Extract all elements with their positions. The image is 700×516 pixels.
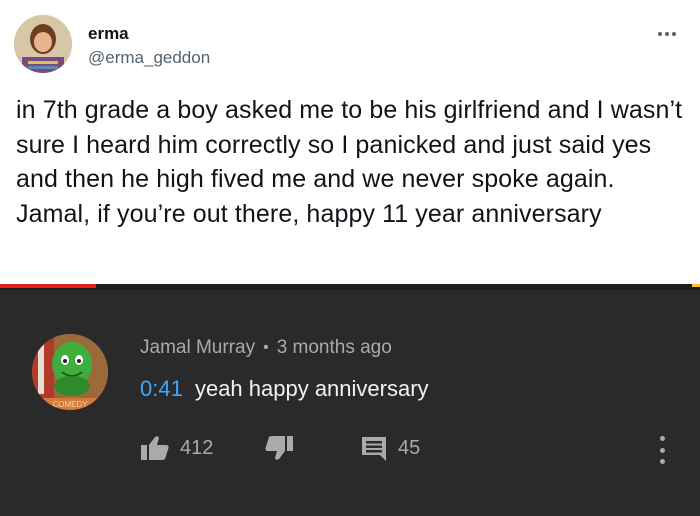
meta-separator: •	[263, 339, 269, 356]
comment-body: 0:41 yeah happy anniversary	[140, 376, 429, 402]
more-horizontal-icon[interactable]	[652, 24, 682, 44]
comment-text: yeah happy anniversary	[194, 376, 429, 401]
thumbs-up-icon	[141, 436, 169, 460]
dislike-button[interactable]	[264, 434, 294, 462]
comment-age[interactable]: 3 months ago	[277, 337, 392, 359]
comment-meta: Jamal Murray • 3 months ago	[140, 337, 392, 359]
reply-count: 45	[398, 436, 421, 459]
progress-fill	[0, 284, 96, 288]
comment-icon	[362, 437, 386, 461]
comment-author[interactable]: Jamal Murray	[140, 337, 255, 359]
tweet-author-name[interactable]: erma	[88, 24, 129, 44]
comment-timestamp-link[interactable]: 0:41	[140, 376, 183, 401]
tweet-text: in 7th grade a boy asked me to be his gi…	[16, 96, 683, 228]
like-button[interactable]: 412	[140, 434, 213, 462]
tweet-avatar[interactable]	[14, 15, 72, 73]
tweet-card: erma @erma_geddon in 7th grade a boy ask…	[0, 0, 700, 288]
tweet-author-handle[interactable]: @erma_geddon	[88, 48, 210, 68]
svg-text:COMEDY: COMEDY	[52, 400, 88, 409]
more-vertical-icon[interactable]	[652, 436, 672, 464]
youtube-comment: COMEDY Jamal Murray • 3 months ago 0:41 …	[0, 290, 700, 516]
reply-button[interactable]: 45	[360, 434, 420, 462]
commenter-avatar[interactable]: COMEDY	[32, 334, 108, 410]
thumbs-down-icon	[265, 436, 293, 460]
like-count: 412	[180, 436, 214, 459]
ad-marker	[692, 284, 700, 287]
